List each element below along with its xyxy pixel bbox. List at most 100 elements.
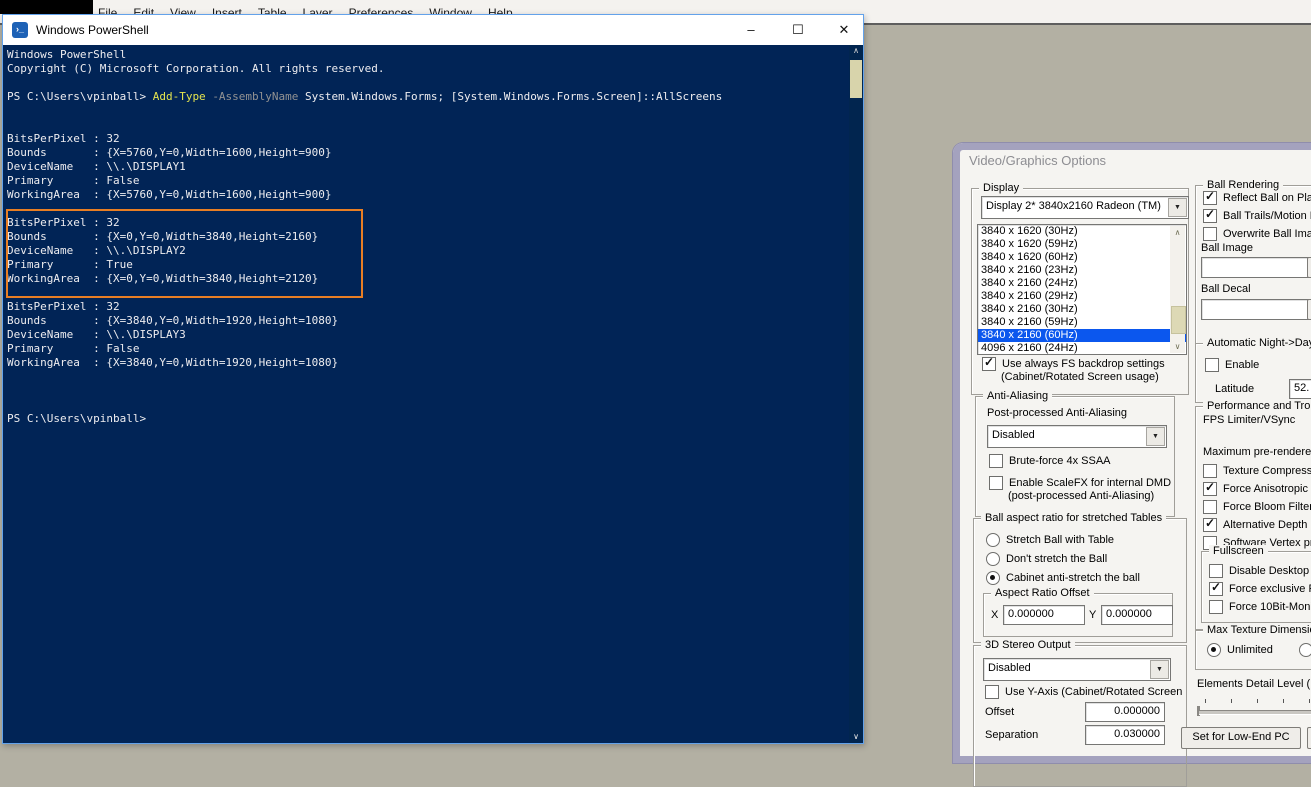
resolution-option[interactable]: 3840 x 2160 (60Hz) <box>978 329 1186 342</box>
fps-limiter-label: FPS Limiter/VSync <box>1203 414 1296 426</box>
detail-level-slider[interactable] <box>1199 710 1311 715</box>
checkbox[interactable] <box>1209 564 1223 578</box>
display-adapter-select[interactable]: Display 2* 3840x2160 Radeon (TM) ▼ <box>981 196 1189 219</box>
console-line: DeviceName : \\.\DISPLAY3 <box>7 328 186 341</box>
checkbox-label: Force exclusive Fullscreen Mode <box>1229 583 1311 595</box>
console-area[interactable]: Windows PowerShell Copyright (C) Microsof… <box>3 45 863 743</box>
resolution-option[interactable]: 3840 x 2160 (59Hz) <box>978 316 1186 329</box>
max-texture-radios: Unlimited 3072 <box>1207 643 1311 657</box>
prerendered-label: Maximum pre-rendered frames <box>1203 446 1311 458</box>
separation-input[interactable]: 0.030000 <box>1085 725 1165 745</box>
performance-caption: Performance and Troubleshooting <box>1203 400 1311 412</box>
radio-label: Stretch Ball with Table <box>1006 534 1115 546</box>
slider-tick <box>1283 699 1284 703</box>
low-end-defaults-button[interactable]: Set for Low-End PC <box>1181 727 1301 749</box>
console-line: WorkingArea : {X=5760,Y=0,Width=1600,Hei… <box>7 188 332 201</box>
scrollbar-thumb[interactable] <box>1171 306 1186 334</box>
scroll-up-icon[interactable]: ∧ <box>1170 228 1185 237</box>
slider-tick <box>1309 699 1310 703</box>
stereo-value: Disabled <box>988 662 1031 674</box>
resolution-option[interactable]: 3840 x 2160 (23Hz) <box>978 264 1186 277</box>
latitude-input[interactable]: 52. <box>1289 379 1311 399</box>
powershell-window: ›_ Windows PowerShell – ☐ ✕ Windows Powe… <box>2 14 864 744</box>
radio-button[interactable] <box>1207 643 1221 657</box>
ssaa-checkbox[interactable] <box>989 454 1003 468</box>
resolution-option[interactable]: 3840 x 1620 (60Hz) <box>978 251 1186 264</box>
fullscreen-checks: Disable Desktop Composition Force exclusi… <box>1209 564 1311 618</box>
maximize-button[interactable]: ☐ <box>776 15 820 45</box>
slider-tick <box>1257 699 1258 703</box>
scroll-down-icon[interactable]: ∨ <box>849 732 863 741</box>
checkbox[interactable] <box>1203 189 1217 205</box>
radio-button[interactable] <box>986 552 1000 566</box>
close-button[interactable]: ✕ <box>822 15 866 45</box>
checkbox-row: Alternative Depth Buffer processing <box>1203 516 1311 532</box>
aspect-x-input[interactable]: 0.000000 <box>1003 605 1085 625</box>
checkbox[interactable] <box>1203 464 1217 478</box>
radio-row: Unlimited <box>1207 643 1273 657</box>
checkbox[interactable] <box>1203 227 1217 241</box>
stereo-caption: 3D Stereo Output <box>981 639 1075 651</box>
resolution-option[interactable]: 3840 x 2160 (24Hz) <box>978 277 1186 290</box>
radio-row: Stretch Ball with Table <box>986 533 1140 547</box>
radio-button[interactable] <box>986 533 1000 547</box>
resolution-listbox[interactable]: 3840 x 1620 (30Hz) 3840 x 1620 (59Hz) 3840… <box>977 224 1187 355</box>
checkbox-label: Overwrite Ball Image <box>1223 228 1311 240</box>
checkbox-label: Force Anisotropic Texture Filtering <box>1223 483 1311 495</box>
checkbox-label: Disable Desktop Composition <box>1229 565 1311 577</box>
resolution-option[interactable]: 3840 x 1620 (59Hz) <box>978 238 1186 251</box>
scroll-up-icon[interactable]: ∧ <box>849 46 863 55</box>
ball-decal-browse-button[interactable]: ... <box>1307 299 1311 320</box>
scrollbar-thumb[interactable] <box>850 60 862 98</box>
checkbox-row: Force Anisotropic Texture Filtering <box>1203 480 1311 496</box>
night-enable-checkbox[interactable] <box>1205 358 1219 372</box>
ball-aspect-caption: Ball aspect ratio for stretched Tables <box>981 512 1167 524</box>
checkbox-row: Overwrite Ball Image <box>1203 227 1311 241</box>
stereo-select[interactable]: Disabled ▼ <box>983 658 1171 681</box>
checkbox[interactable] <box>1203 207 1217 223</box>
resolution-option[interactable]: 4096 x 2160 (24Hz) <box>978 342 1186 354</box>
aspect-y-input[interactable]: 0.000000 <box>1101 605 1173 625</box>
resolution-option[interactable]: 3840 x 1620 (30Hz) <box>978 225 1186 238</box>
ball-image-browse-button[interactable]: ... <box>1307 257 1311 278</box>
yaxis-checkbox[interactable] <box>985 685 999 699</box>
video-graphics-options-dialog: Video/Graphics Options Display Display 2… <box>953 143 1311 787</box>
radio-button[interactable] <box>1298 643 1311 657</box>
fs-backdrop-row: Use always FS backdrop settings <box>982 355 1165 371</box>
scalefx-checkbox[interactable] <box>989 476 1003 490</box>
checkbox-label: Force 10Bit-Monitor support <box>1229 601 1311 613</box>
high-end-defaults-button[interactable]: Set for High-End PC <box>1307 727 1311 749</box>
console-line: Bounds : {X=5760,Y=0,Width=1600,Height=9… <box>7 146 332 159</box>
checkbox-row: Force 10Bit-Monitor support <box>1209 600 1311 614</box>
scroll-down-icon[interactable]: ∨ <box>1170 342 1185 351</box>
ball-decal-input[interactable] <box>1201 299 1309 320</box>
post-aa-label: Post-processed Anti-Aliasing <box>987 407 1128 419</box>
checkbox[interactable] <box>1209 580 1223 596</box>
stereo-offset-label: Offset <box>985 706 1015 718</box>
post-aa-select[interactable]: Disabled ▼ <box>987 425 1167 448</box>
fs-backdrop-label2: (Cabinet/Rotated Screen usage) <box>1001 371 1159 383</box>
resolution-option[interactable]: 3840 x 2160 (30Hz) <box>978 303 1186 316</box>
checkbox[interactable] <box>1203 516 1217 532</box>
checkbox-row: Force Bloom Filter off <box>1203 500 1311 514</box>
checkbox[interactable] <box>1203 480 1217 496</box>
resolution-scrollbar[interactable]: ∧ ∨ <box>1170 226 1186 353</box>
checkbox[interactable] <box>1209 600 1223 614</box>
checkbox-label: Alternative Depth Buffer processing <box>1223 519 1311 531</box>
chevron-down-icon[interactable]: ▼ <box>1168 198 1187 217</box>
stereo-offset-input[interactable]: 0.000000 <box>1085 702 1165 722</box>
minimize-button[interactable]: – <box>729 15 773 45</box>
scalefx-row: Enable ScaleFX for internal DMD <box>989 476 1171 490</box>
console-scrollbar[interactable]: ∧ ∨ <box>849 45 863 743</box>
yaxis-label: Use Y-Axis (Cabinet/Rotated Screen <box>1005 686 1183 698</box>
display-caption: Display <box>979 182 1024 194</box>
checkbox[interactable] <box>1203 500 1217 514</box>
chevron-down-icon[interactable]: ▼ <box>1146 427 1165 446</box>
chevron-down-icon[interactable]: ▼ <box>1150 660 1169 679</box>
post-aa-value: Disabled <box>992 429 1035 441</box>
resolution-option[interactable]: 3840 x 2160 (29Hz) <box>978 290 1186 303</box>
ball-image-input[interactable] <box>1201 257 1309 278</box>
fs-backdrop-checkbox[interactable] <box>982 355 996 371</box>
radio-button[interactable] <box>986 571 1000 585</box>
powershell-titlebar[interactable]: ›_ Windows PowerShell – ☐ ✕ <box>3 15 863 45</box>
